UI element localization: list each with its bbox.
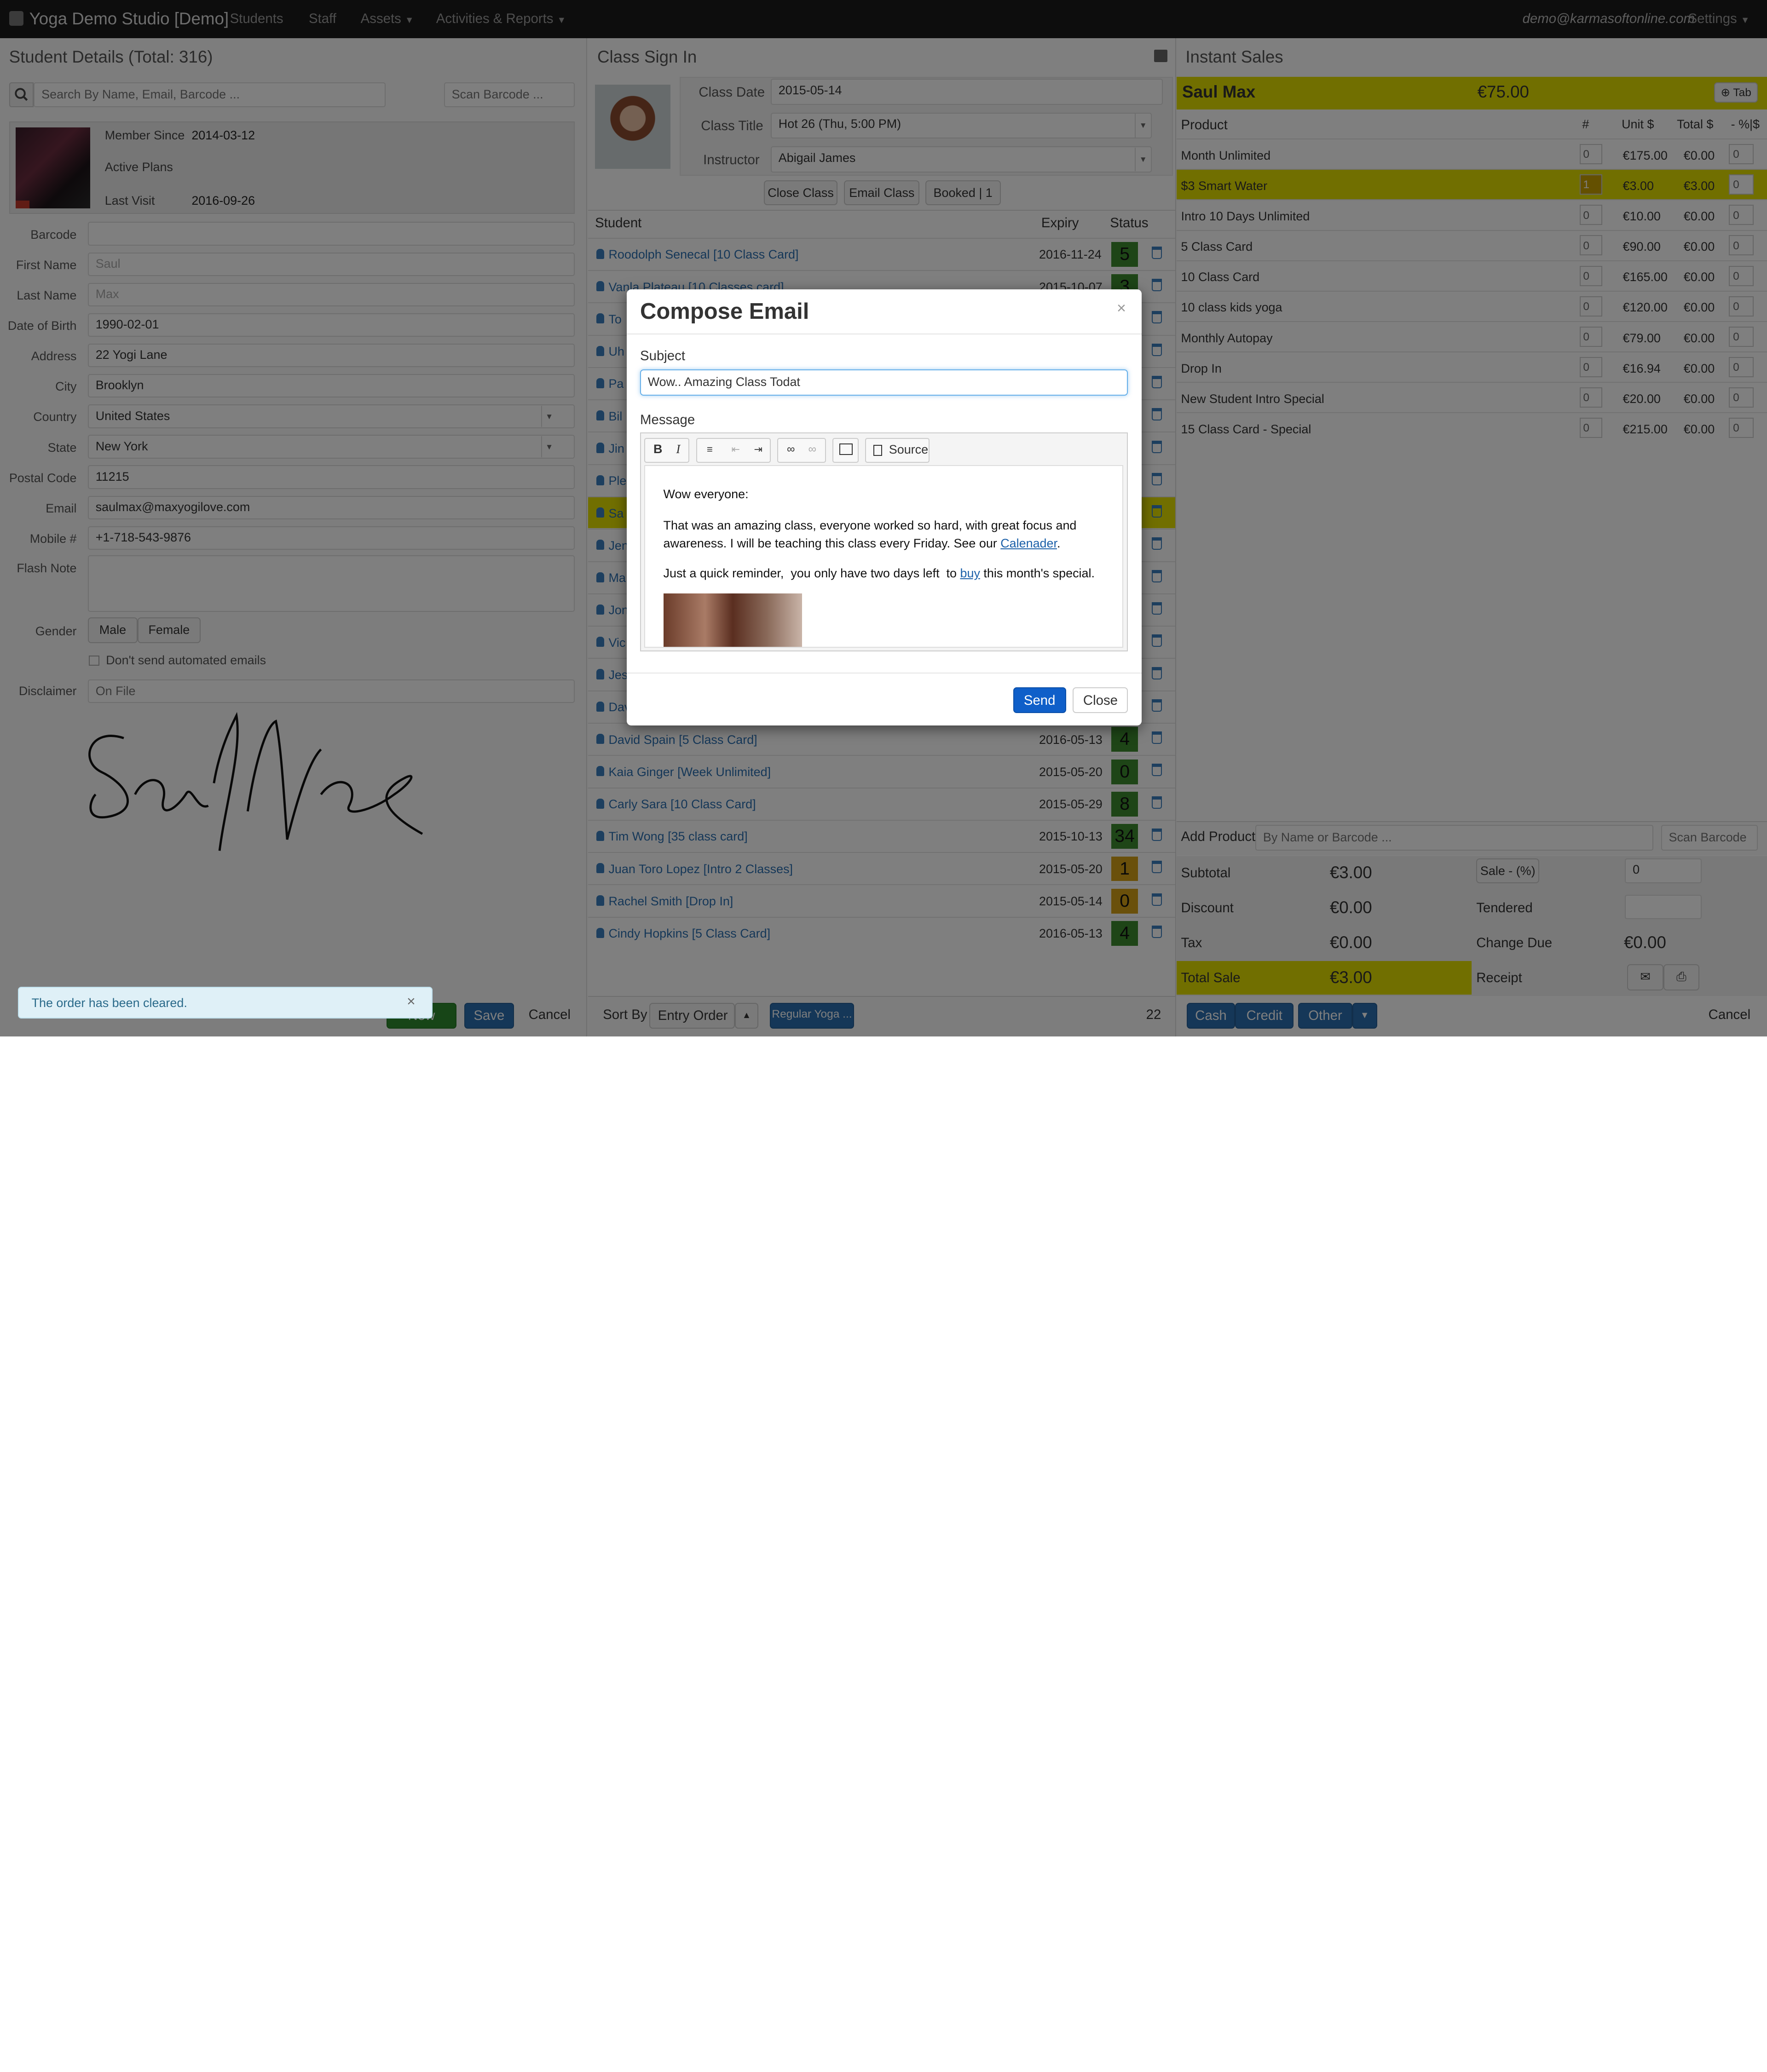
- editor-content[interactable]: Wow everyone: That was an amazing class,…: [644, 465, 1124, 648]
- send-button[interactable]: Send: [1013, 687, 1066, 714]
- message-editor: B I ≡ ⇤ ⇥ ∞ ∞ Source Wow everyone: That …: [640, 432, 1128, 651]
- email-paragraph-1: That was an amazing class, everyone work…: [664, 517, 1086, 553]
- toast-message: The order has been cleared.: [31, 996, 187, 1010]
- email-p2-end: this month's special.: [980, 566, 1095, 580]
- modal-title: Compose Email: [640, 299, 809, 324]
- email-greeting: Wow everyone:: [663, 487, 749, 501]
- buy-link[interactable]: buy: [960, 566, 980, 580]
- link-icon[interactable]: ∞: [784, 443, 797, 456]
- toast-close-icon[interactable]: ×: [407, 993, 416, 1010]
- calendar-link[interactable]: Calenader: [1000, 536, 1057, 550]
- source-button[interactable]: Source: [889, 443, 928, 457]
- modal-close-button[interactable]: Close: [1073, 687, 1128, 714]
- bold-icon[interactable]: B: [651, 442, 664, 456]
- app-root: Yoga Demo Studio [Demo] Students Staff A…: [0, 0, 1767, 1037]
- email-p1-end: .: [1057, 536, 1061, 551]
- outdent-icon[interactable]: ⇤: [729, 443, 742, 456]
- email-paragraph-2: Just a quick reminder, you only have two…: [664, 566, 1095, 581]
- email-embedded-photo: [663, 593, 802, 647]
- italic-icon[interactable]: I: [671, 442, 685, 456]
- indent-icon[interactable]: ⇥: [751, 443, 765, 456]
- source-icon[interactable]: [873, 444, 883, 456]
- image-icon[interactable]: [839, 443, 853, 455]
- modal-close-icon[interactable]: ×: [1117, 299, 1126, 317]
- numbered-list-icon[interactable]: ≡: [703, 443, 716, 456]
- subject-input[interactable]: Wow.. Amazing Class Todat: [640, 369, 1128, 396]
- message-label: Message: [640, 412, 695, 428]
- unlink-icon[interactable]: ∞: [806, 443, 819, 456]
- compose-email-modal: Compose Email × Subject Wow.. Amazing Cl…: [626, 289, 1142, 726]
- subject-label: Subject: [640, 348, 685, 363]
- email-p2-text: Just a quick reminder, you only have two…: [663, 566, 960, 580]
